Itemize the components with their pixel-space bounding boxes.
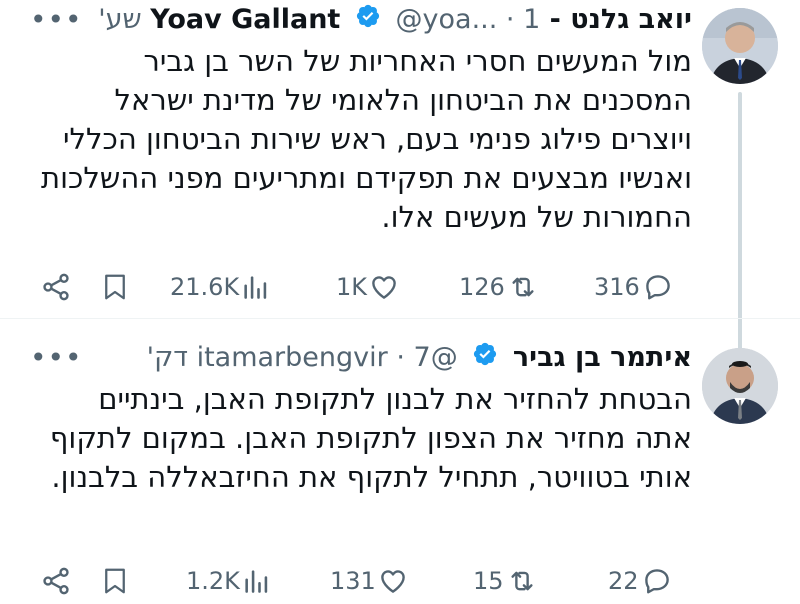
share-button[interactable] (40, 561, 72, 601)
tweet-text: מול המעשים חסרי האחריות של השר בן גביר ה… (41, 44, 692, 234)
views-icon (245, 570, 268, 593)
retweet-icon (512, 277, 534, 297)
share-icon (43, 273, 69, 301)
like-button[interactable]: 131 (330, 561, 408, 601)
retweet-button[interactable]: 15 (473, 561, 538, 601)
reply-count: 316 (594, 273, 640, 301)
more-icon[interactable]: ••• (30, 0, 83, 40)
reply-icon (644, 569, 669, 594)
tweet-text: הבטחת להחזיר את לבנון לתקופת האבן, בינתי… (49, 382, 692, 494)
tweet-header: איתמר בן גביר @itamarbengvir · 7 דק' (20, 338, 692, 378)
reply-button[interactable]: 22 (608, 561, 673, 601)
thread-line (738, 92, 742, 352)
verified-icon (355, 1, 381, 41)
retweet-count: 126 (459, 273, 505, 301)
like-icon (372, 276, 396, 299)
separator-dot: · (396, 342, 414, 373)
reply-icon (646, 275, 670, 300)
verified-icon (472, 339, 498, 379)
more-icon[interactable]: ••• (30, 338, 83, 378)
reply-button[interactable]: 316 (594, 267, 674, 307)
retweet-icon (510, 571, 533, 591)
action-bar: 21.6K 1K 126 316 (0, 267, 800, 307)
views-icon (244, 276, 267, 299)
bookmark-button[interactable] (100, 561, 130, 601)
avatar[interactable] (702, 348, 778, 424)
views-count: 21.6K (170, 273, 240, 301)
tweet-header: יואב גלנט - Yoav Gallant @yoa... · 1 שע' (20, 0, 692, 40)
like-icon (381, 570, 405, 593)
views-count: 1.2K (186, 567, 240, 595)
action-bar: 1.2K 131 15 22 (0, 561, 800, 601)
bookmark-icon (105, 568, 125, 594)
bookmark-icon (105, 274, 125, 300)
tweet-divider (0, 318, 800, 319)
bookmark-button[interactable] (100, 267, 130, 307)
author-name[interactable]: איתמר בן גביר (513, 342, 692, 373)
separator-dot: · (505, 4, 524, 35)
share-button[interactable] (40, 267, 72, 307)
share-icon (43, 567, 69, 595)
tweet-gallant[interactable]: יואב גלנט - Yoav Gallant @yoa... · 1 שע'… (0, 0, 800, 352)
like-button[interactable]: 1K (336, 267, 399, 307)
views-button[interactable]: 1.2K (186, 561, 270, 601)
avatar-image (702, 348, 778, 424)
author-handle[interactable]: @yoa... (396, 4, 498, 35)
like-count: 131 (330, 567, 376, 595)
reply-count: 22 (608, 567, 639, 595)
views-button[interactable]: 21.6K (170, 267, 269, 307)
avatar[interactable] (702, 8, 778, 84)
retweet-count: 15 (473, 567, 504, 595)
avatar-image (702, 8, 778, 84)
retweet-button[interactable]: 126 (459, 267, 539, 307)
like-count: 1K (336, 273, 368, 301)
